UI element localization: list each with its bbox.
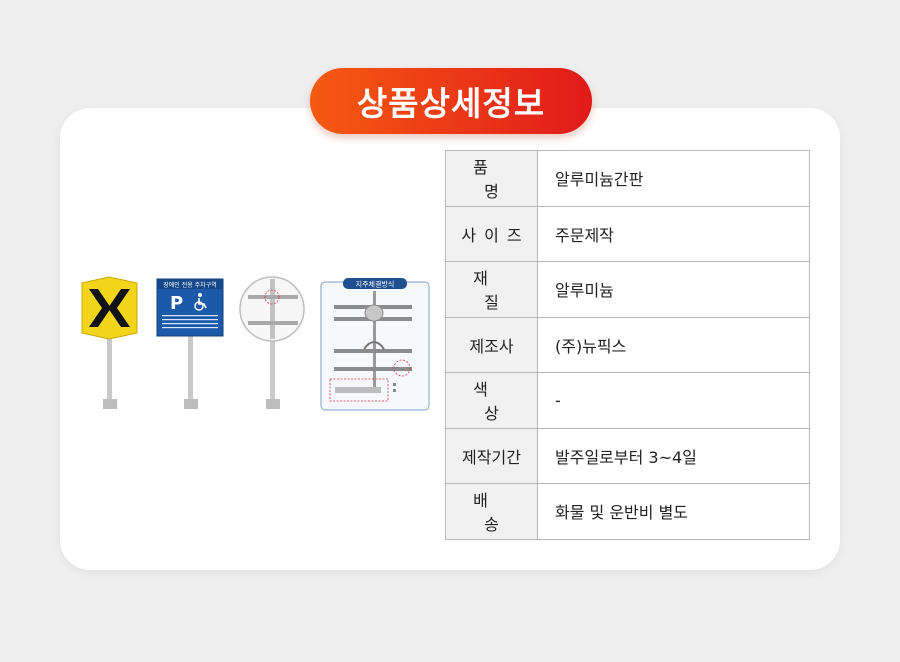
- table-row: 재 질 알루미늄: [445, 261, 810, 318]
- chevron-sign-image: [81, 276, 138, 409]
- spec-key: 사이즈: [445, 205, 538, 262]
- spec-key: 품 명: [445, 150, 538, 207]
- spec-key: 제작기간: [445, 427, 538, 484]
- product-images: 장애인 전용 주차구역 P 지주체결방식: [72, 275, 437, 415]
- parking-sign-image: 장애인 전용 주차구역 P: [156, 278, 224, 409]
- spec-key: 제조사: [445, 316, 538, 373]
- spec-value: 알루미늄간판: [537, 150, 810, 207]
- spec-value: -: [537, 372, 810, 429]
- table-row: 제조사 (주)뉴픽스: [445, 316, 810, 373]
- install-diagram-image: 지주체결방식: [320, 278, 430, 411]
- table-row: 품 명 알루미늄간판: [445, 150, 810, 207]
- spec-key: 배 송: [445, 483, 538, 540]
- spec-value: 주문제작: [537, 205, 810, 262]
- spec-value: 화물 및 운반비 별도: [537, 483, 810, 540]
- spec-value: 알루미늄: [537, 261, 810, 318]
- table-row: 제작기간 발주일로부터 3~4일: [445, 427, 810, 484]
- svg-text:장애인 전용 주차구역: 장애인 전용 주차구역: [163, 281, 217, 289]
- spec-value: (주)뉴픽스: [537, 316, 810, 373]
- spec-key: 색 상: [445, 372, 538, 429]
- spec-value: 발주일로부터 3~4일: [537, 427, 810, 484]
- table-row: 사이즈 주문제작: [445, 205, 810, 262]
- page-title: 상품상세정보: [310, 68, 592, 134]
- svg-text:P: P: [170, 293, 183, 314]
- spec-key: 재 질: [445, 261, 538, 318]
- spec-table: 품 명 알루미늄간판 사이즈 주문제작 재 질 알루미늄 제조사 (주)뉴픽스 …: [445, 150, 810, 540]
- table-row: 색 상 -: [445, 372, 810, 429]
- table-row: 배 송 화물 및 운반비 별도: [445, 483, 810, 540]
- round-sign-back-image: [239, 276, 305, 409]
- svg-text:지주체결방식: 지주체결방식: [356, 280, 395, 289]
